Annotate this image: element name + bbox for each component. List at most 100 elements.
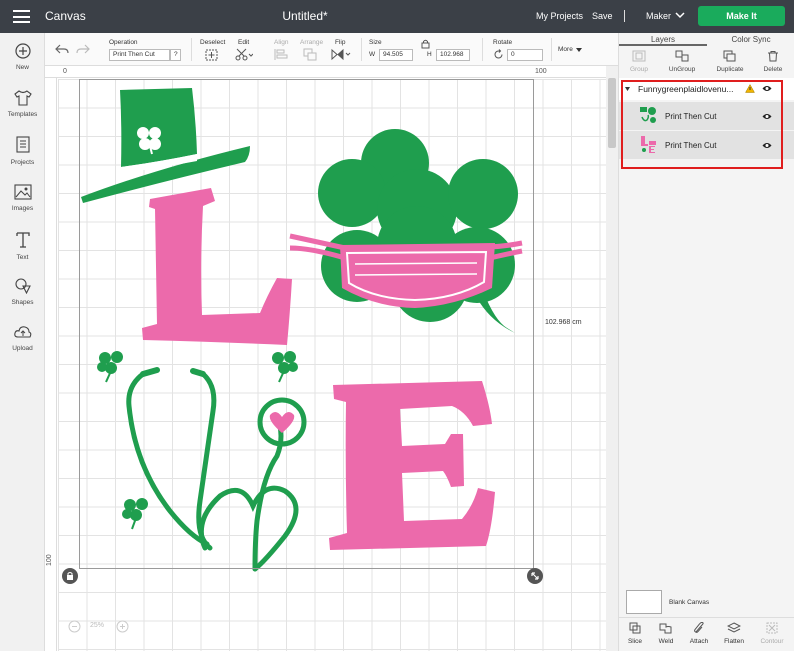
group-icon — [632, 50, 646, 62]
divider — [191, 38, 192, 61]
edit-toolbar: Operation Print Then Cut ? Deselect Edit… — [45, 33, 618, 66]
lock-icon — [67, 572, 73, 580]
highlight-annotation — [621, 80, 783, 169]
attach-button[interactable]: Attach — [684, 621, 714, 645]
contour-icon — [766, 622, 778, 634]
flatten-button[interactable]: Flatten — [719, 622, 749, 645]
resize-icon — [531, 572, 539, 580]
tab-color-sync[interactable]: Color Sync — [707, 33, 794, 46]
blank-canvas-row[interactable]: Blank Canvas — [626, 590, 786, 616]
more-button[interactable]: More — [558, 46, 573, 53]
width-input[interactable]: 94.505 — [379, 49, 413, 61]
save-button[interactable]: Save — [592, 11, 613, 21]
arrange-label: Arrange — [300, 39, 324, 46]
sidebar-item-templates[interactable]: Templates — [0, 90, 45, 118]
design-canvas[interactable]: 0 100 100 102.968 cm 25% — [45, 66, 606, 651]
scissors-icon[interactable] — [235, 48, 253, 61]
ungroup-label: UnGroup — [668, 66, 696, 73]
sidebar-item-images[interactable]: Images — [0, 184, 45, 212]
operation-help-button[interactable]: ? — [170, 49, 181, 61]
edit-label: Edit — [238, 39, 250, 46]
operation-label: Operation — [109, 39, 138, 46]
sidebar-item-upload[interactable]: Upload — [0, 324, 45, 352]
projects-icon — [15, 136, 30, 153]
lock-icon[interactable] — [421, 39, 430, 49]
shapes-icon — [14, 278, 31, 294]
zoom-in-icon[interactable] — [116, 620, 129, 633]
top-bar: Canvas Untitled* My Projects Save Maker … — [0, 0, 794, 33]
sidebar-item-shapes[interactable]: Shapes — [0, 277, 45, 306]
canvas-color-swatch[interactable] — [626, 590, 662, 614]
height-label: H — [427, 51, 432, 58]
flatten-icon — [726, 622, 742, 633]
group-label: Group — [629, 66, 649, 73]
duplicate-label: Duplicate — [716, 66, 744, 73]
divider — [361, 38, 362, 61]
align-label: Align — [274, 39, 289, 46]
plus-icon — [14, 43, 31, 59]
contour-label: Contour — [760, 638, 784, 645]
divider — [551, 38, 552, 61]
flip-label: Flip — [335, 39, 346, 46]
scrollbar-thumb[interactable] — [608, 78, 616, 148]
delete-label: Delete — [763, 66, 783, 73]
sidebar-item-label: Shapes — [11, 299, 34, 306]
sidebar-item-new[interactable]: New — [0, 43, 45, 71]
resize-handle[interactable] — [527, 568, 543, 584]
ungroup-icon — [675, 50, 689, 62]
sidebar-item-projects[interactable]: Projects — [0, 136, 45, 166]
sidebar-item-label: New — [15, 64, 29, 71]
zoom-control: 25% — [68, 618, 132, 635]
undo-icon[interactable] — [55, 43, 69, 55]
sidebar-item-label: Upload — [12, 345, 33, 352]
flatten-label: Flatten — [724, 638, 744, 645]
paperclip-icon — [694, 621, 704, 633]
ungroup-button[interactable]: UnGroup — [662, 50, 702, 73]
document-title[interactable]: Untitled* — [0, 9, 610, 23]
rotate-icon — [494, 49, 503, 59]
layer-actions-bar: Slice Weld Attach Flatten Contour — [619, 617, 794, 651]
contour-button[interactable]: Contour — [757, 622, 787, 645]
attach-label: Attach — [689, 638, 709, 645]
upload-icon — [13, 326, 31, 338]
zoom-level: 25% — [90, 622, 105, 629]
rotate-input[interactable]: 0 — [507, 49, 543, 61]
operation-select[interactable]: Print Then Cut — [109, 49, 170, 61]
group-button[interactable]: Group — [619, 50, 659, 73]
make-it-button[interactable]: Make It — [698, 6, 785, 26]
duplicate-icon — [723, 50, 736, 62]
blank-canvas-label: Blank Canvas — [669, 599, 710, 606]
selection-bounding-box[interactable] — [79, 79, 534, 569]
duplicate-button[interactable]: Duplicate — [710, 50, 750, 73]
sidebar-item-label: Templates — [7, 111, 38, 118]
zoom-out-icon[interactable] — [68, 620, 81, 633]
flip-icon[interactable] — [331, 48, 351, 61]
slice-button[interactable]: Slice — [620, 622, 650, 645]
slice-label: Slice — [627, 638, 643, 645]
redo-icon[interactable] — [76, 43, 90, 55]
machine-selector[interactable]: Maker — [646, 11, 671, 21]
rotate-label: Rotate — [493, 39, 513, 46]
divider — [482, 38, 483, 61]
sidebar-item-label: Projects — [10, 159, 35, 166]
trash-icon — [768, 51, 778, 62]
my-projects-link[interactable]: My Projects — [536, 11, 583, 21]
height-input[interactable]: 102.968 — [436, 49, 470, 61]
tab-layers[interactable]: Layers — [619, 33, 707, 46]
lock-proportions-button[interactable] — [62, 568, 78, 584]
shirt-icon — [13, 90, 32, 106]
sidebar-item-label: Images — [11, 205, 34, 212]
chevron-down-icon[interactable] — [675, 10, 685, 20]
weld-button[interactable]: Weld — [651, 622, 681, 645]
delete-button[interactable]: Delete — [753, 50, 793, 73]
sidebar-item-text[interactable]: Text — [0, 231, 45, 261]
align-icon[interactable] — [274, 48, 292, 61]
text-icon — [15, 232, 30, 248]
chevron-down-icon[interactable] — [576, 48, 582, 52]
deselect-icon[interactable] — [205, 49, 218, 61]
arrange-icon[interactable] — [303, 48, 321, 61]
height-dimension-label: 102.968 cm — [545, 319, 582, 326]
vertical-scrollbar[interactable] — [606, 66, 618, 651]
width-label: W — [369, 51, 376, 58]
weld-icon — [659, 623, 672, 634]
